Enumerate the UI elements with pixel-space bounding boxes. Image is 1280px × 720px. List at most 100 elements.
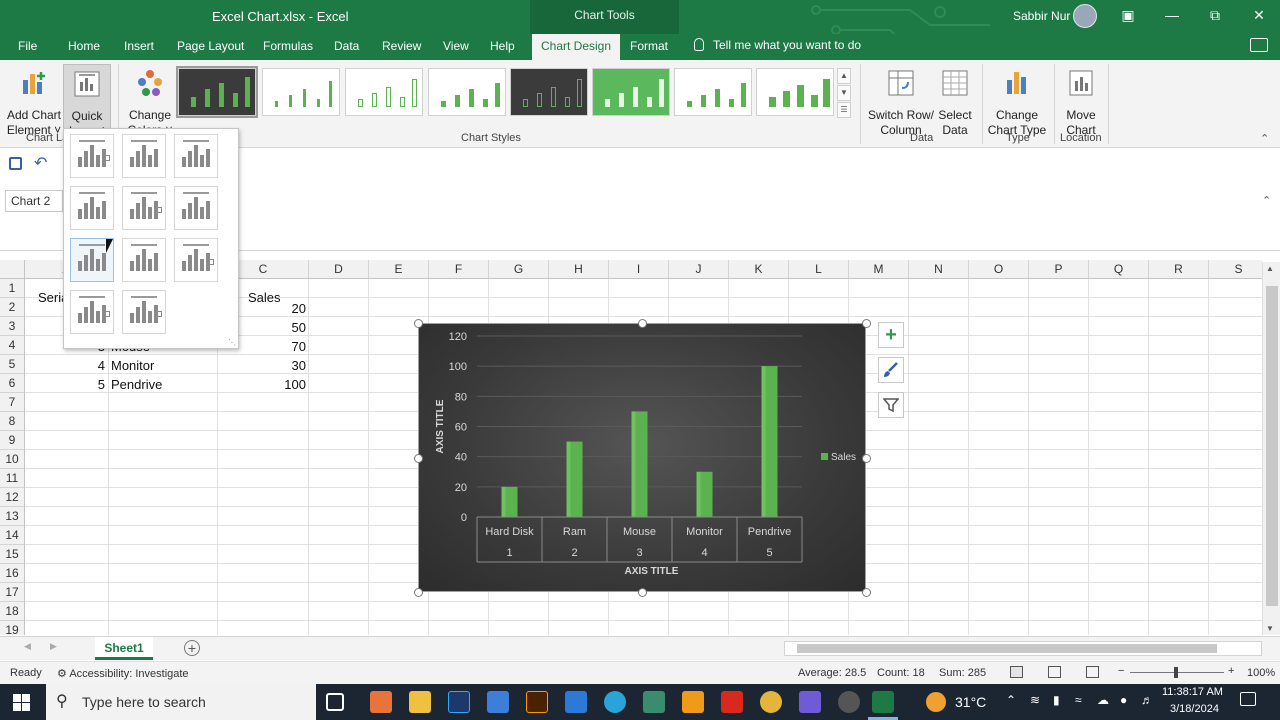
chart-style-2[interactable] [262,68,340,116]
quick-layout-1[interactable] [70,134,114,178]
tab-home[interactable]: Home [68,39,100,53]
quick-layout-9[interactable] [174,238,218,282]
row-header-6[interactable]: 6 [0,374,25,393]
chart-resize-handle[interactable] [414,319,423,328]
name-box[interactable]: Chart 2 [5,190,63,212]
vscode-icon[interactable] [565,691,587,713]
quick-layout-button[interactable]: Quick Layout ˅ [63,64,111,153]
tab-view[interactable]: View [443,39,469,53]
select-data-button[interactable]: Select Data [936,68,974,138]
row-header-15[interactable]: 15 [0,545,25,564]
cell-product[interactable]: Pendrive [111,375,162,394]
quick-layout-2[interactable] [122,134,166,178]
vertical-scroll-thumb[interactable] [1266,286,1278,606]
zoom-level[interactable]: 100% [1247,667,1275,679]
tab-review[interactable]: Review [382,39,421,53]
column-header-i[interactable]: I [609,260,669,279]
weather-icon[interactable] [926,692,946,712]
column-header-j[interactable]: J [669,260,729,279]
styles-scroll-down-icon[interactable]: ▼ [837,85,851,101]
sheet-prev-icon[interactable]: ◀ [24,641,31,652]
bar-chart[interactable]: 0 20 40 60 80 100 120 Hard Disk 1 Ram 2 Mouse 3 Monit… [419,324,867,593]
chart-area[interactable]: 0 20 40 60 80 100 120 Hard Disk 1 Ram 2 Mouse 3 Monit… [418,323,866,592]
row-header-11[interactable]: 11 [0,469,25,488]
column-header-d[interactable]: D [309,260,369,279]
tab-page-layout[interactable]: Page Layout [177,39,244,53]
column-header-h[interactable]: H [549,260,609,279]
edge-icon[interactable] [604,691,626,713]
battery-icon[interactable]: ▮ [1053,693,1060,707]
column-header-e[interactable]: E [369,260,429,279]
microphone-icon[interactable]: ● [1120,693,1127,707]
row-header-3[interactable]: 3 [0,317,25,336]
zoom-out-icon[interactable]: − [1118,665,1124,677]
column-header-q[interactable]: Q [1089,260,1149,279]
chart-styles-brush-icon[interactable] [878,357,904,383]
expand-formula-icon[interactable]: ⌃ [1262,194,1271,207]
weather-temp[interactable]: 31°C [955,694,986,710]
notifications-icon[interactable] [1240,692,1256,706]
styles-more-icon[interactable]: ☰ [837,102,851,118]
chart-resize-handle[interactable] [414,588,423,597]
photoshop-icon[interactable] [448,691,470,713]
tell-me-search[interactable]: Tell me what you want to do [694,38,861,52]
cell-sales[interactable]: 100 [218,375,306,394]
page-break-view-icon[interactable] [1086,666,1099,678]
chart-style-6[interactable] [592,68,670,116]
clock-date[interactable]: 3/18/2024 [1170,703,1219,715]
column-header-p[interactable]: P [1029,260,1089,279]
accessibility-status[interactable]: ⚙ Accessibility: Investigate [57,667,189,680]
styles-scroll-up-icon[interactable]: ▲ [837,68,851,84]
row-header-9[interactable]: 9 [0,431,25,450]
acrobat-icon[interactable] [721,691,743,713]
chart-style-3[interactable] [345,68,423,116]
minimize-icon[interactable]: — [1158,3,1186,27]
column-header-r[interactable]: R [1149,260,1209,279]
file-explorer-icon[interactable] [409,691,431,713]
move-chart-button[interactable]: Move Chart [1060,68,1102,138]
zoom-in-icon[interactable]: + [1228,665,1234,677]
chart-style-5[interactable] [510,68,588,116]
chart-style-7[interactable] [674,68,752,116]
close-icon[interactable]: ✕ [1245,3,1273,27]
speaker-icon[interactable]: ♬ [1141,693,1153,707]
sheet-next-icon[interactable]: ▶ [50,641,57,652]
switch-row-column-button[interactable]: Switch Row/ Column [866,68,936,138]
cell-serial[interactable]: 5 [25,375,105,394]
app-icon-purple[interactable] [799,691,821,713]
user-name[interactable]: Sabbir Nur [1013,9,1070,23]
quick-layout-6[interactable] [174,186,218,230]
chart-resize-handle[interactable] [862,319,871,328]
row-header-1[interactable]: 1 [0,279,25,298]
tab-help[interactable]: Help [490,39,515,53]
app-icon-blue[interactable] [487,691,509,713]
chart-resize-handle[interactable] [862,588,871,597]
quick-layout-4[interactable] [70,186,114,230]
quick-layout-11[interactable] [122,290,166,334]
row-header-7[interactable]: 7 [0,393,25,412]
change-chart-type-button[interactable]: Change Chart Type [986,68,1048,138]
chart-filter-icon[interactable] [878,392,904,418]
chart-resize-handle[interactable] [414,453,423,463]
new-sheet-icon[interactable]: + [184,640,200,656]
task-view-icon[interactable] [326,693,344,711]
column-header-s[interactable]: S [1209,260,1262,279]
row-header-16[interactable]: 16 [0,564,25,583]
comments-icon[interactable] [1250,38,1268,52]
add-chart-element-button[interactable]: Add Chart Element ˅ [6,68,62,138]
column-header-l[interactable]: L [789,260,849,279]
ribbon-display-icon[interactable]: ▣ [1114,3,1142,27]
app-icon-orange[interactable] [370,691,392,713]
tab-format[interactable]: Format [630,39,668,53]
row-header-12[interactable]: 12 [0,488,25,507]
tab-data[interactable]: Data [334,39,359,53]
page-layout-view-icon[interactable] [1048,666,1061,678]
network-icon[interactable]: ≋ [1030,693,1040,707]
row-header-18[interactable]: 18 [0,602,25,621]
scroll-down-icon[interactable]: ▼ [1266,624,1274,633]
save-icon[interactable] [9,157,22,170]
quick-layout-3[interactable] [174,134,218,178]
chart-elements-plus-icon[interactable]: + [878,322,904,348]
wifi-icon[interactable]: ≈ [1075,693,1082,707]
row-header-10[interactable]: 10 [0,450,25,469]
